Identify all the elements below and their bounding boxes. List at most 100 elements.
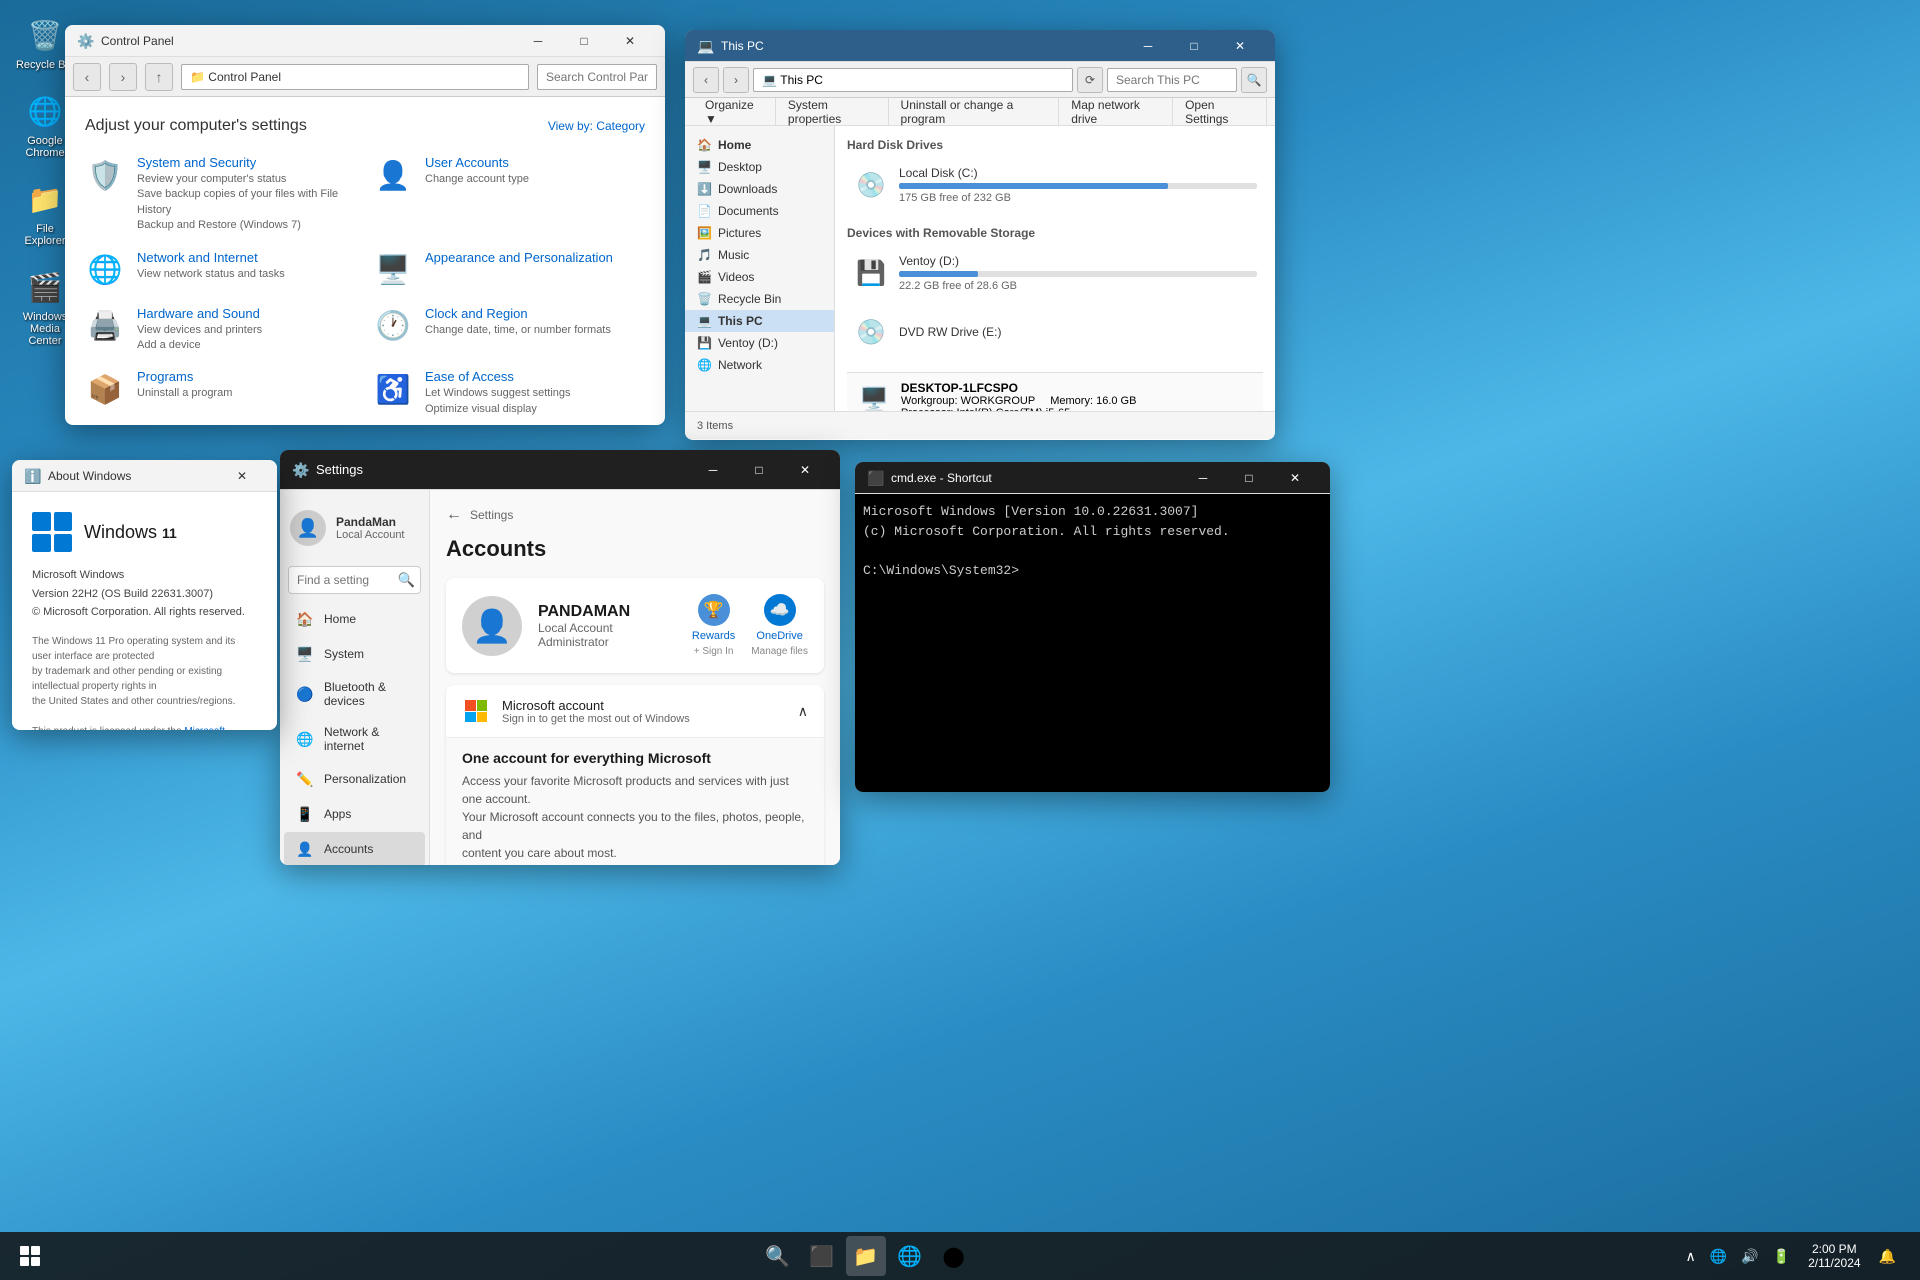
tp-sidebar-documents[interactable]: 📄 Documents: [685, 200, 834, 222]
cp-header: Adjust your computer's settings View by:…: [85, 117, 645, 135]
tp-sidebar-downloads[interactable]: ⬇️ Downloads: [685, 178, 834, 200]
cp-item-user-accounts[interactable]: 👤 User Accounts Change account type: [373, 155, 645, 234]
settings-back-button[interactable]: ←: [446, 506, 462, 524]
profile-onedrive-service[interactable]: ☁️ OneDrive Manage files: [751, 594, 808, 657]
chrome-icon: 🌐: [25, 91, 65, 131]
cp-item-programs[interactable]: 📦 Programs Uninstall a program: [85, 369, 357, 417]
tp-drive-d[interactable]: 💾 Ventoy (D:) 22.2 GB free of 28.6 GB: [847, 248, 1263, 298]
programs-title[interactable]: Programs: [137, 369, 232, 384]
appearance-title[interactable]: Appearance and Personalization: [425, 250, 613, 265]
cp-item-ease-of-access[interactable]: ♿ Ease of Access Let Windows suggest set…: [373, 369, 645, 417]
tp-sidebar-music[interactable]: 🎵 Music: [685, 244, 834, 266]
taskbar-edge[interactable]: 🌐: [890, 1236, 930, 1276]
tray-network-icon[interactable]: 🌐: [1706, 1244, 1731, 1269]
tp-map-network-button[interactable]: Map network drive: [1059, 98, 1173, 126]
tp-search-input[interactable]: [1107, 68, 1237, 92]
cmd-titlebar[interactable]: ⬛ cmd.exe - Shortcut ─ □ ✕: [855, 462, 1330, 494]
tp-drive-c[interactable]: 💿 Local Disk (C:) 175 GB free of 232 GB: [847, 160, 1263, 210]
settings-nav-network[interactable]: 🌐 Network & internet: [284, 717, 425, 761]
rewards-icon: 🏆: [698, 594, 730, 626]
settings-maximize-button[interactable]: □: [736, 454, 782, 486]
tp-sidebar-desktop[interactable]: 🖥️ Desktop: [685, 156, 834, 178]
cp-address-bar[interactable]: 📁 Control Panel: [181, 64, 529, 90]
tp-refresh-button[interactable]: ⟳: [1077, 67, 1103, 93]
ms-account-header[interactable]: Microsoft account Sign in to get the mos…: [446, 685, 824, 737]
settings-nav-bluetooth[interactable]: 🔵 Bluetooth & devices: [284, 672, 425, 716]
cp-forward-button[interactable]: ›: [109, 63, 137, 91]
hardware-sound-icon: 🖨️: [85, 306, 125, 346]
this-pc-toolbar: ‹ › 💻 This PC ⟳ 🔍: [685, 62, 1275, 98]
settings-body: 👤 PandaMan Local Account 🔍 🏠 Home 🖥️: [280, 490, 840, 865]
cp-item-appearance[interactable]: 🖥️ Appearance and Personalization: [373, 250, 645, 290]
this-pc-titlebar[interactable]: 💻 This PC ─ □ ✕: [685, 30, 1275, 62]
taskbar-task-view[interactable]: ⬛: [802, 1236, 842, 1276]
tp-open-settings-button[interactable]: Open Settings: [1173, 98, 1267, 126]
tray-notification-icon[interactable]: 🔔: [1875, 1244, 1900, 1269]
cp-search-input[interactable]: [537, 64, 657, 90]
tp-sidebar-videos[interactable]: 🎬 Videos: [685, 266, 834, 288]
tp-search-button[interactable]: 🔍: [1241, 67, 1267, 93]
clock-region-title[interactable]: Clock and Region: [425, 306, 611, 321]
about-close-button[interactable]: ✕: [219, 460, 265, 492]
user-accounts-title[interactable]: User Accounts: [425, 155, 529, 170]
start-button[interactable]: [10, 1236, 50, 1276]
settings-minimize-button[interactable]: ─: [690, 454, 736, 486]
tray-battery-icon[interactable]: 🔋: [1769, 1244, 1794, 1269]
tray-chevron[interactable]: ∧: [1682, 1244, 1700, 1269]
tp-sidebar-recycle-bin[interactable]: 🗑️ Recycle Bin: [685, 288, 834, 310]
tp-drive-d-info: Ventoy (D:) 22.2 GB free of 28.6 GB: [899, 254, 1257, 292]
this-pc-maximize-button[interactable]: □: [1171, 30, 1217, 62]
tp-organize-button[interactable]: Organize ▼: [693, 98, 776, 126]
settings-nav-accounts-label: Accounts: [324, 842, 373, 856]
cp-item-network-internet[interactable]: 🌐 Network and Internet View network stat…: [85, 250, 357, 290]
cmd-minimize-button[interactable]: ─: [1180, 462, 1226, 494]
cp-back-button[interactable]: ‹: [73, 63, 101, 91]
cmd-close-button[interactable]: ✕: [1272, 462, 1318, 494]
this-pc-minimize-button[interactable]: ─: [1125, 30, 1171, 62]
taskbar-file-explorer[interactable]: 📁: [846, 1236, 886, 1276]
tp-uninstall-button[interactable]: Uninstall or change a program: [889, 98, 1060, 126]
about-titlebar[interactable]: ℹ️ About Windows ✕: [12, 460, 277, 492]
cmd-maximize-button[interactable]: □: [1226, 462, 1272, 494]
cp-close-button[interactable]: ✕: [607, 25, 653, 57]
tray-volume-icon[interactable]: 🔊: [1737, 1244, 1762, 1269]
cmd-body[interactable]: Microsoft Windows [Version 10.0.22631.30…: [855, 494, 1330, 792]
cp-minimize-button[interactable]: ─: [515, 25, 561, 57]
tp-address-bar[interactable]: 💻 This PC: [753, 68, 1073, 92]
ease-of-access-title[interactable]: Ease of Access: [425, 369, 571, 384]
settings-nav-personalization[interactable]: ✏️ Personalization: [284, 762, 425, 796]
tp-sidebar-this-pc[interactable]: 💻 This PC: [685, 310, 834, 332]
system-security-icon: 🛡️: [85, 155, 125, 195]
cp-up-button[interactable]: ↑: [145, 63, 173, 91]
this-pc-close-button[interactable]: ✕: [1217, 30, 1263, 62]
tp-back-button[interactable]: ‹: [693, 67, 719, 93]
ms-account-chevron[interactable]: ∧: [798, 703, 808, 720]
cmd-controls: ─ □ ✕: [1180, 462, 1318, 494]
tp-sidebar-network[interactable]: 🌐 Network: [685, 354, 834, 376]
system-security-title[interactable]: System and Security: [137, 155, 357, 170]
cp-item-clock-region[interactable]: 🕐 Clock and Region Change date, time, or…: [373, 306, 645, 354]
hardware-sound-desc: View devices and printersAdd a device: [137, 323, 262, 354]
cp-item-hardware-sound[interactable]: 🖨️ Hardware and Sound View devices and p…: [85, 306, 357, 354]
profile-rewards-service[interactable]: 🏆 Rewards + Sign In: [692, 594, 735, 657]
settings-close-button[interactable]: ✕: [782, 454, 828, 486]
tp-sidebar-pictures[interactable]: 🖼️ Pictures: [685, 222, 834, 244]
tp-sidebar-home[interactable]: 🏠 Home: [685, 134, 834, 156]
network-internet-title[interactable]: Network and Internet: [137, 250, 285, 265]
settings-nav-system[interactable]: 🖥️ System: [284, 637, 425, 671]
tp-sidebar-ventoy[interactable]: 💾 Ventoy (D:): [685, 332, 834, 354]
hardware-sound-title[interactable]: Hardware and Sound: [137, 306, 262, 321]
tp-system-properties-button[interactable]: System properties: [776, 98, 889, 126]
settings-nav-apps[interactable]: 📱 Apps: [284, 797, 425, 831]
tp-drive-e[interactable]: 💿 DVD RW Drive (E:): [847, 308, 1263, 356]
taskbar-clock[interactable]: 2:00 PM 2/11/2024: [1800, 1240, 1869, 1272]
taskbar-chrome[interactable]: ⬤: [934, 1236, 974, 1276]
cp-item-system-security[interactable]: 🛡️ System and Security Review your compu…: [85, 155, 357, 234]
tp-forward-button[interactable]: ›: [723, 67, 749, 93]
taskbar-search[interactable]: 🔍: [758, 1236, 798, 1276]
cp-maximize-button[interactable]: □: [561, 25, 607, 57]
settings-nav-home[interactable]: 🏠 Home: [284, 602, 425, 636]
settings-nav-accounts[interactable]: 👤 Accounts: [284, 832, 425, 865]
control-panel-titlebar[interactable]: ⚙️ Control Panel ─ □ ✕: [65, 25, 665, 57]
settings-titlebar[interactable]: ⚙️ Settings ─ □ ✕: [280, 450, 840, 490]
